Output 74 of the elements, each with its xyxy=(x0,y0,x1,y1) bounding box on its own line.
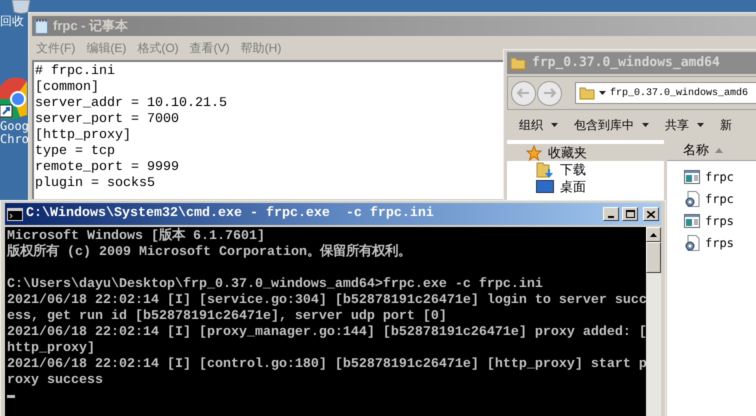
text-line: # frpc.ini xyxy=(35,64,115,80)
file-item[interactable]: frpc xyxy=(684,191,756,207)
file-item[interactable]: frpc xyxy=(684,169,756,185)
close-icon xyxy=(647,210,655,218)
nav-item[interactable]: 桌面 xyxy=(507,178,664,195)
download-folder-icon xyxy=(536,160,554,178)
window-title: C:\Windows\System32\cmd.exe - frpc.exe -c frpc.ini xyxy=(26,205,434,223)
address-field[interactable]: frp_0.37.0_windows_amd6 xyxy=(575,82,756,104)
close-button[interactable] xyxy=(643,207,659,221)
back-arrow-icon xyxy=(517,88,530,98)
text-line: remote_port = 9999 xyxy=(35,160,179,176)
maximize-button[interactable] xyxy=(622,207,638,221)
desktop-icon-label[interactable]: Chro xyxy=(0,133,29,145)
caret-icon xyxy=(599,91,606,95)
text-line: server_port = 7000 xyxy=(35,112,179,128)
scroll-thumb[interactable] xyxy=(646,242,661,273)
application-icon xyxy=(684,170,700,184)
console-line: 2021/06/18 22:02:14 [I] [service.go:304] [b52878191c26471e] login to server succ xyxy=(7,293,647,309)
toolbar-button[interactable]: 共享 xyxy=(665,116,704,134)
file-name: frpc xyxy=(705,191,734,208)
up-arrow-icon xyxy=(650,232,657,236)
minimize-icon xyxy=(608,216,614,218)
console-line: Microsoft Windows [版本 6.1.7601] xyxy=(7,229,265,244)
maximize-icon xyxy=(626,210,634,218)
column-title: 名称 xyxy=(683,141,709,160)
nav-label: 收藏夹 xyxy=(548,144,587,162)
notepad-icon xyxy=(35,18,48,34)
window-title: frpc - 记事本 xyxy=(53,17,128,36)
text-area[interactable]: # frpc.ini [common] server_addr = 10.10.21.5 server_port = 7000 [http_proxy] type = tcp remote_port = 9999 plugin = socks5 xyxy=(32,60,503,199)
folder-icon xyxy=(510,55,526,71)
text-line: server_addr = 10.10.21.5 xyxy=(35,96,227,112)
scrollbar[interactable] xyxy=(646,227,661,416)
file-name: frps xyxy=(705,213,734,230)
folder-icon xyxy=(579,85,595,101)
cursor xyxy=(7,395,15,398)
nav-label: 桌面 xyxy=(560,178,586,196)
file-item[interactable]: frps xyxy=(684,213,756,229)
nav-item[interactable]: 下载 xyxy=(507,161,664,178)
star-icon xyxy=(526,144,542,160)
nav-item[interactable]: 收藏夹 xyxy=(507,144,664,161)
window-title: frp_0.37.0_windows_amd64 xyxy=(532,54,720,72)
console-line: 版权所有 (c) 2009 Microsoft Corporation。保留所有权利。 xyxy=(7,245,411,261)
sort-up-icon xyxy=(715,148,723,152)
desktop-icon-label[interactable]: Goog xyxy=(0,120,29,132)
toolbar-button[interactable]: 包含到库中 xyxy=(574,116,649,134)
forward-arrow-icon xyxy=(543,88,556,98)
console-line: roxy success xyxy=(7,373,103,389)
application-icon xyxy=(684,214,700,228)
console-line: 2021/06/18 22:02:14 [I] [control.go:180] [b52878191c26471e] [http_proxy] start p xyxy=(7,357,647,373)
toolbar-button[interactable]: 组织 xyxy=(519,116,558,134)
recycle-bin-icon[interactable] xyxy=(10,0,32,14)
browser-icon[interactable] xyxy=(0,77,27,119)
text-line: plugin = socks5 xyxy=(35,176,155,192)
console-line: http_proxy] xyxy=(7,341,95,357)
column-header[interactable]: 名称 xyxy=(667,140,756,161)
scroll-up-button[interactable] xyxy=(646,227,661,242)
console-line: 2021/06/18 22:02:14 [I] [proxy_manager.go:144] [b52878191c26471e] proxy added: [ xyxy=(7,325,647,341)
toolbar-button[interactable]: 新 xyxy=(720,116,732,134)
file-name: frps xyxy=(705,235,734,252)
console-icon xyxy=(7,208,23,220)
gear-document-icon xyxy=(684,235,700,251)
minimize-button[interactable] xyxy=(603,207,619,221)
text-line: type = tcp xyxy=(35,144,115,160)
nav-label: 下载 xyxy=(560,160,586,179)
text-line: [http_proxy] xyxy=(35,128,131,144)
file-name: frpc xyxy=(705,169,734,186)
file-item[interactable]: frps xyxy=(684,235,756,251)
console-line: ess, get run id [b52878191c26471e], server udp port [0] xyxy=(7,309,447,325)
address-text: frp_0.37.0_windows_amd6 xyxy=(610,86,748,100)
text-line: [common] xyxy=(35,80,99,96)
desktop-icon-label[interactable]: 回收 xyxy=(0,15,24,27)
console-line: C:\Users\dayu\Desktop\frp_0.37.0_windows_amd64>frpc.exe -c frpc.ini xyxy=(7,277,543,293)
gear-document-icon xyxy=(684,191,700,207)
monitor-icon xyxy=(536,180,554,194)
